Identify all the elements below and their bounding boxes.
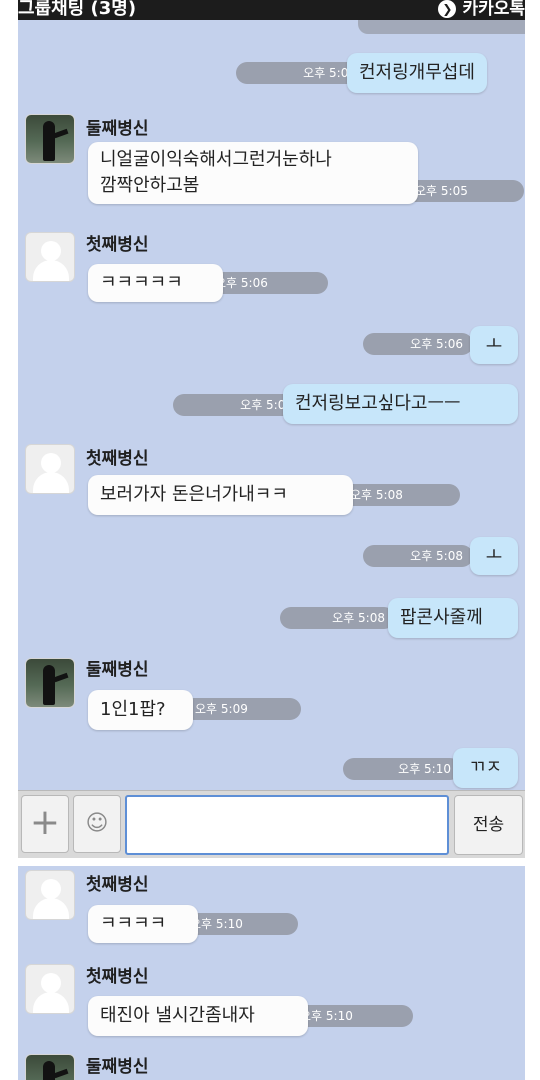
previous-message-stub xyxy=(358,20,525,34)
avatar-body xyxy=(33,898,69,919)
message-time: 오후 5:10 xyxy=(343,758,461,780)
message-time: 오후 5:05 xyxy=(403,180,524,202)
avatar-figure xyxy=(43,665,55,705)
sender-name: 첫째병신 xyxy=(86,449,149,469)
smile-icon[interactable]: ☺ xyxy=(73,795,121,853)
avatar-head xyxy=(41,241,61,261)
message-bubble[interactable]: ㅗ xyxy=(470,537,518,575)
chat-screen: 그룹채팅 (3명) ❯ 카카오톡 오후 5:03 컨저링개무섭데 둘째병신 오후 … xyxy=(18,0,525,858)
message-bubble[interactable]: 컨저링보고싶다고ㅡㅡ xyxy=(283,384,518,424)
avatar-body xyxy=(33,472,69,493)
message-bubble[interactable]: 1인1팝? xyxy=(88,690,193,730)
chevron-right-icon: ❯ xyxy=(438,0,457,18)
input-bar: + ☺ 전송 xyxy=(18,790,525,858)
message-bubble[interactable]: ㄲㅈ xyxy=(453,748,518,788)
chat-screen-continued: 첫째병신 오후 5:10 ㅋㅋㅋㅋ 첫째병신 오후 5:10 태진아 낼시간좀내… xyxy=(18,866,525,1080)
message-time: 오후 5:08 xyxy=(338,484,460,506)
sender-name: 첫째병신 xyxy=(86,875,149,895)
message-bubble[interactable]: 니얼굴이익숙해서그런거눈하나 깜짝안하고봄 xyxy=(88,142,418,204)
message-time: 오후 5:08 xyxy=(280,607,395,629)
avatar-figure xyxy=(43,1061,55,1080)
plus-icon[interactable]: + xyxy=(21,795,69,853)
message-bubble[interactable]: 보러가자 돈은너가내ㅋㅋ xyxy=(88,475,353,515)
avatar-figure-arm xyxy=(53,1068,69,1079)
avatar[interactable] xyxy=(25,870,75,920)
avatar[interactable] xyxy=(25,114,75,164)
avatar-body xyxy=(33,992,69,1013)
message-time: 오후 5:09 xyxy=(183,698,301,720)
message-time: 오후 5:06 xyxy=(363,333,473,355)
message-bubble[interactable]: ㅋㅋㅋㅋㅋ xyxy=(88,264,223,302)
message-bubble[interactable]: 컨저링개무섭데 xyxy=(347,53,487,93)
send-button[interactable]: 전송 xyxy=(454,795,523,855)
message-line: 깜짝안하고봄 xyxy=(100,175,200,196)
message-time: 오후 5:08 xyxy=(363,545,473,567)
message-input[interactable] xyxy=(125,795,449,855)
message-line: 니얼굴이익숙해서그런거눈하나 xyxy=(100,149,332,170)
sender-name: 둘째병신 xyxy=(86,1057,149,1077)
message-bubble[interactable]: 태진아 낼시간좀내자 xyxy=(88,996,308,1036)
avatar-body xyxy=(33,260,69,281)
avatar-figure-arm xyxy=(53,672,69,683)
avatar[interactable] xyxy=(25,232,75,282)
message-bubble[interactable]: ㅋㅋㅋㅋ xyxy=(88,905,198,943)
sender-name: 둘째병신 xyxy=(86,119,149,139)
avatar[interactable] xyxy=(25,1054,75,1080)
avatar[interactable] xyxy=(25,964,75,1014)
sender-name: 첫째병신 xyxy=(86,967,149,987)
avatar[interactable] xyxy=(25,658,75,708)
avatar[interactable] xyxy=(25,444,75,494)
avatar-figure-arm xyxy=(53,128,69,139)
title-bar: 그룹채팅 (3명) ❯ 카카오톡 xyxy=(18,0,525,20)
brand-text: 카카오톡 xyxy=(462,0,525,19)
brand-label: ❯ 카카오톡 xyxy=(438,0,525,19)
sender-name: 둘째병신 xyxy=(86,660,149,680)
avatar-head xyxy=(41,879,61,899)
chat-title: 그룹채팅 (3명) xyxy=(18,0,137,19)
avatar-head xyxy=(41,973,61,993)
message-bubble[interactable]: 팝콘사줄께 xyxy=(388,598,518,638)
sender-name: 첫째병신 xyxy=(86,235,149,255)
avatar-head xyxy=(41,453,61,473)
message-bubble[interactable]: ㅗ xyxy=(470,326,518,364)
avatar-figure xyxy=(43,121,55,161)
